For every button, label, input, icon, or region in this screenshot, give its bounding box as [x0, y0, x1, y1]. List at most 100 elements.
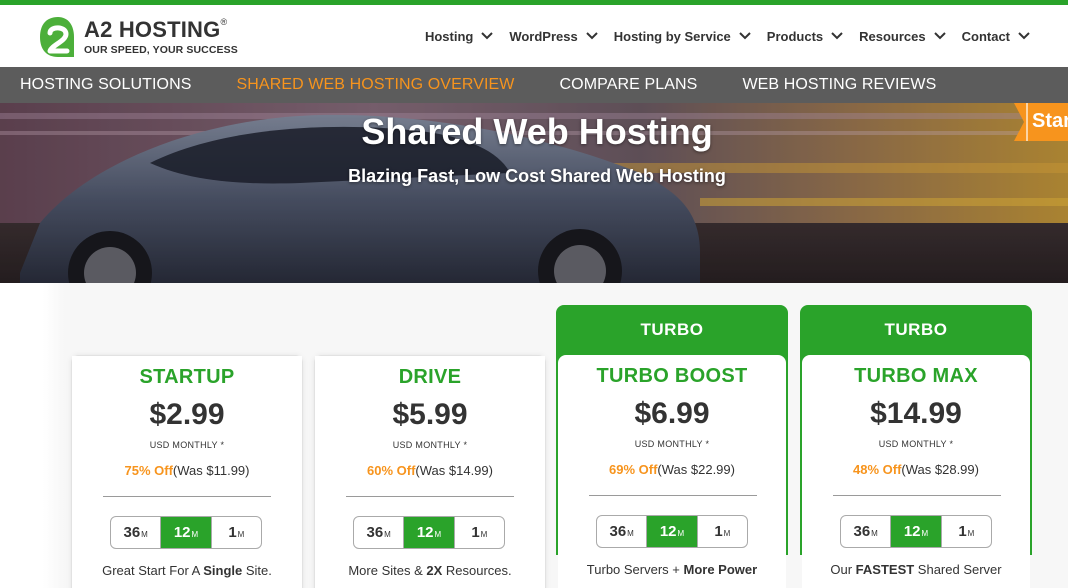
plan-name: STARTUP: [139, 366, 235, 388]
term-12m-button[interactable]: 12 M: [647, 516, 698, 547]
a2-hosting-logo[interactable]: A2 HOSTING® OUR SPEED, YOUR SUCCESS: [38, 15, 238, 61]
desc-text: Shared Server: [914, 562, 1002, 577]
term-num: 1: [471, 524, 480, 541]
discount-percent: 48% Off: [853, 462, 902, 477]
discount-percent: 75% Off: [124, 463, 173, 478]
desc-text: Our: [830, 562, 856, 577]
plan-period: USD MONTHLY *: [878, 439, 954, 449]
term-36m-button[interactable]: 36 M: [597, 516, 648, 547]
nav-hosting-by-service[interactable]: Hosting by Service: [614, 29, 751, 44]
nav-label: Products: [766, 28, 824, 44]
a2-logo-icon: [40, 17, 74, 57]
was-price: (Was $14.99): [415, 463, 493, 478]
plan-discount: 75% Off(Was $11.99): [72, 463, 302, 478]
plan-divider: [833, 495, 1001, 496]
term-36m-button[interactable]: 36 M: [111, 517, 162, 548]
site-header: A2 HOSTING® OUR SPEED, YOUR SUCCESS Host…: [0, 5, 1068, 67]
desc-text: Site.: [242, 563, 272, 578]
term-unit: M: [723, 528, 731, 538]
plan-price: $6.99: [634, 397, 710, 430]
plan-card-startup: STARTUP $2.99 USD MONTHLY * 75% Off(Was …: [71, 355, 303, 588]
plan-name: TURBO MAX: [854, 365, 978, 387]
plan-card-body: DRIVE $5.99 USD MONTHLY * 60% Off(Was $1…: [315, 356, 545, 588]
desc-text: Turbo Servers +: [586, 562, 684, 577]
subnav-compare-plans[interactable]: COMPARE PLANS: [560, 76, 698, 94]
plan-price: $14.99: [870, 397, 962, 430]
plan-period: USD MONTHLY *: [392, 440, 468, 450]
term-num: 1: [228, 524, 237, 541]
nav-wordpress[interactable]: WordPress: [509, 29, 598, 44]
desc-emphasis: Single: [203, 563, 243, 578]
chevron-down-icon: [831, 32, 843, 40]
nav-products[interactable]: Products: [767, 29, 843, 44]
term-unit: M: [141, 529, 148, 539]
term-1m-button[interactable]: 1M: [212, 517, 261, 548]
sub-nav: HOSTING SOLUTIONS SHARED WEB HOSTING OVE…: [0, 67, 1068, 103]
nav-contact[interactable]: Contact: [962, 29, 1030, 44]
desc-text: More Sites &: [348, 563, 427, 578]
term-unit: M: [191, 529, 199, 539]
chevron-down-icon: [586, 32, 598, 40]
plan-card-body: TURBO BOOST $6.99 USD MONTHLY * 69% Off(…: [558, 355, 786, 588]
desc-emphasis: 2X: [426, 563, 443, 578]
term-12m-button[interactable]: 12 M: [161, 517, 212, 548]
term-selector: 36 M 12 M 1M: [110, 516, 262, 549]
nav-hosting[interactable]: Hosting: [424, 28, 494, 44]
discount-percent: 60% Off: [367, 463, 416, 478]
term-selector: 36 M 12 M 1M: [840, 515, 992, 548]
start-tab[interactable]: Star: [1014, 103, 1068, 141]
term-unit: M: [384, 529, 391, 539]
plan-card-turbo-max: TURBO TURBO MAX $14.99 USD MONTHLY * 48%…: [800, 305, 1032, 588]
term-num: 36: [853, 523, 871, 540]
plan-discount: 69% Off(Was $22.99): [558, 462, 786, 477]
term-num: 12: [416, 524, 434, 541]
term-1m-button[interactable]: 1M: [698, 516, 747, 547]
term-36m-button[interactable]: 36 M: [841, 516, 892, 547]
start-tab-label: Star: [1032, 110, 1068, 132]
term-num: 12: [903, 523, 921, 540]
term-unit: M: [434, 529, 442, 539]
subnav-hosting-solutions[interactable]: HOSTING SOLUTIONS: [20, 76, 192, 94]
plan-divider: [589, 495, 757, 496]
plan-card-turbo-boost: TURBO TURBO BOOST $6.99 USD MONTHLY * 69…: [556, 305, 788, 588]
term-1m-button[interactable]: 1M: [942, 516, 991, 547]
nav-label: Hosting: [424, 28, 474, 44]
logo-wordmark: A2 HOSTING®: [84, 17, 228, 42]
nav-resources[interactable]: Resources: [859, 29, 946, 44]
term-num: 1: [714, 523, 723, 540]
chevron-down-icon: [739, 32, 751, 40]
hero-title: Shared Web Hosting: [361, 111, 713, 152]
plan-discount: 48% Off(Was $28.99): [802, 462, 1030, 477]
chevron-down-icon: [933, 32, 946, 40]
plan-card-body: STARTUP $2.99 USD MONTHLY * 75% Off(Was …: [72, 356, 302, 588]
term-12m-button[interactable]: 12 M: [891, 516, 942, 547]
plan-price: $5.99: [392, 398, 468, 431]
subnav-reviews[interactable]: WEB HOSTING REVIEWS: [742, 76, 936, 94]
nav-label: Contact: [961, 28, 1010, 44]
chevron-down-icon: [1018, 32, 1030, 40]
term-12m-button[interactable]: 12 M: [404, 517, 455, 548]
nav-label: Hosting by Service: [613, 28, 731, 44]
term-num: 36: [366, 524, 384, 541]
desc-text: Resources.: [442, 563, 512, 578]
hero-banner: Shared Web Hosting Blazing Fast, Low Cos…: [0, 103, 1068, 283]
hero-subtitle: Blazing Fast, Low Cost Shared Web Hostin…: [348, 166, 726, 186]
plan-card-drive: DRIVE $5.99 USD MONTHLY * 60% Off(Was $1…: [314, 355, 546, 588]
chevron-down-icon: [481, 32, 494, 40]
term-1m-button[interactable]: 1M: [455, 517, 504, 548]
term-num: 12: [173, 524, 191, 541]
term-unit: M: [480, 529, 488, 539]
term-unit: M: [967, 528, 975, 538]
plan-description: More Sites & 2X Resources.: [315, 563, 545, 578]
plan-discount: 60% Off(Was $14.99): [315, 463, 545, 478]
was-price: (Was $11.99): [172, 463, 250, 478]
plan-period: USD MONTHLY *: [149, 440, 225, 450]
turbo-ribbon: TURBO: [640, 320, 704, 339]
plans-section: STARTUP $2.99 USD MONTHLY * 75% Off(Was …: [0, 283, 1068, 588]
discount-percent: 69% Off: [609, 462, 658, 477]
plan-price: $2.99: [149, 398, 225, 431]
plan-card-body: TURBO MAX $14.99 USD MONTHLY * 48% Off(W…: [802, 355, 1030, 588]
term-unit: M: [871, 528, 878, 538]
subnav-shared-overview[interactable]: SHARED WEB HOSTING OVERVIEW: [237, 76, 515, 94]
term-36m-button[interactable]: 36 M: [354, 517, 405, 548]
